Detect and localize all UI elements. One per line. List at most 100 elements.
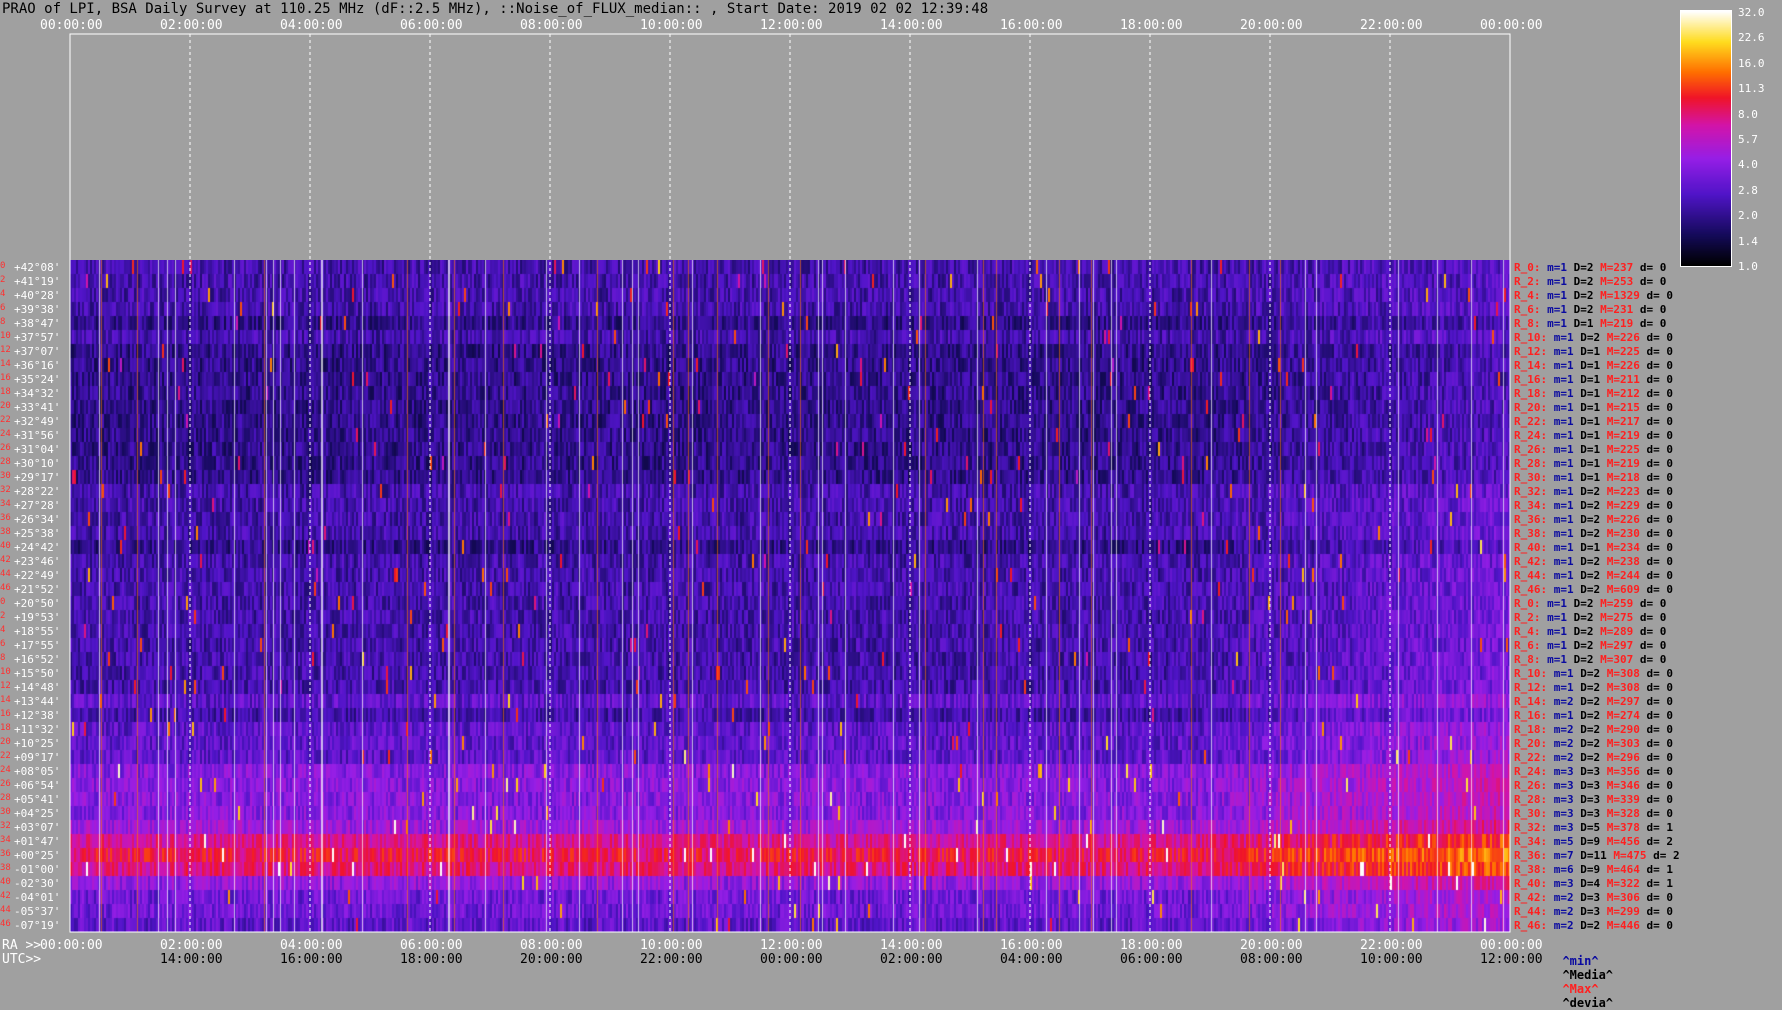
row-stat-min: m=3	[1547, 779, 1574, 792]
row-stat-median: D=9	[1573, 835, 1601, 848]
row-stat-min: m=1	[1547, 387, 1574, 400]
row-stat-median: D=2	[1567, 275, 1594, 288]
row-stat-median: D=2	[1573, 667, 1601, 680]
row-stat-min: m=1	[1540, 597, 1567, 610]
top-tick-label: 12:00:00	[760, 18, 823, 33]
row-stat-line: R_2: m=1 D=2 M=275 d= 0	[1514, 611, 1666, 624]
row-stat-max: M=303	[1600, 737, 1640, 750]
row-number-label: 18	[0, 723, 11, 733]
row-stat-max: M=259	[1593, 597, 1634, 610]
row-stat-name: R_4:	[1514, 625, 1541, 638]
row-stat-line: R_22: m=1 D=1 M=217 d= 0	[1514, 415, 1673, 428]
top-tick-label: 16:00:00	[1000, 18, 1063, 33]
row-stat-name: R_8:	[1514, 653, 1541, 666]
row-stat-line: R_32: m=1 D=2 M=223 d= 0	[1514, 485, 1673, 498]
row-stat-line: R_36: m=1 D=2 M=226 d= 0	[1514, 513, 1673, 526]
declination-label: +09°17'	[14, 751, 61, 764]
row-stat-dev: d= 0	[1633, 275, 1667, 288]
row-stat-name: R_36:	[1514, 849, 1548, 862]
row-stat-line: R_26: m=1 D=1 M=225 d= 0	[1514, 443, 1673, 456]
declination-label: +00°25'	[14, 849, 61, 862]
declination-label: +18°55'	[14, 625, 61, 638]
ra-tick-label: 22:00:00	[1360, 938, 1423, 953]
row-stat-max: M=229	[1600, 499, 1640, 512]
row-stat-median: D=2	[1573, 583, 1601, 596]
row-stat-min: m=1	[1547, 569, 1574, 582]
row-stat-name: R_42:	[1514, 555, 1548, 568]
row-stat-line: R_34: m=5 D=9 M=456 d= 2	[1514, 835, 1673, 848]
declination-label: +10°25'	[14, 737, 61, 750]
row-stat-max: M=289	[1593, 625, 1634, 638]
row-number-label: 20	[0, 401, 11, 411]
row-stat-max: M=1329	[1593, 289, 1640, 302]
row-number-label: 12	[0, 681, 11, 691]
row-stat-median: D=1	[1567, 317, 1594, 330]
row-stat-max: M=297	[1593, 639, 1634, 652]
row-stat-median: D=2	[1573, 499, 1601, 512]
row-stat-name: R_6:	[1514, 303, 1541, 316]
declination-label: +14°48'	[14, 681, 61, 694]
row-stat-dev: d= 2	[1639, 835, 1673, 848]
row-stat-dev: d= 0	[1639, 569, 1673, 582]
declination-label: +29°17'	[14, 471, 61, 484]
utc-tick-label: 06:00:00	[1120, 952, 1183, 967]
row-stat-dev: d= 0	[1633, 597, 1667, 610]
row-stat-max: M=219	[1593, 317, 1634, 330]
colorbar-tick-label: 4.0	[1738, 158, 1758, 172]
row-stat-dev: d= 0	[1639, 807, 1673, 820]
row-stat-min: m=3	[1547, 877, 1574, 890]
row-stat-line: R_4: m=1 D=2 M=289 d= 0	[1514, 625, 1666, 638]
row-stat-line: R_34: m=1 D=2 M=229 d= 0	[1514, 499, 1673, 512]
row-stat-dev: d= 0	[1639, 793, 1673, 806]
row-stat-median: D=2	[1573, 723, 1601, 736]
ra-tick-label: 12:00:00	[760, 938, 823, 953]
row-stat-min: m=1	[1547, 471, 1574, 484]
colorbar-tick-label: 5.7	[1738, 133, 1758, 146]
declination-label: +39°38'	[14, 303, 61, 316]
row-stat-min: m=2	[1547, 723, 1574, 736]
row-number-label: 24	[0, 429, 11, 439]
row-stat-name: R_24:	[1514, 765, 1548, 778]
utc-tick-label: 22:00:00	[640, 952, 703, 967]
row-number-label: 36	[0, 513, 11, 523]
row-stat-max: M=307	[1593, 653, 1634, 666]
row-stat-name: R_10:	[1514, 331, 1548, 344]
row-stat-min: m=1	[1540, 317, 1567, 330]
row-number-label: 46	[0, 919, 11, 929]
row-stat-median: D=2	[1573, 695, 1601, 708]
row-number-label: 30	[0, 471, 11, 481]
row-stat-max: M=274	[1600, 709, 1640, 722]
row-stat-dev: d= 0	[1633, 303, 1667, 316]
row-stat-min: m=7	[1547, 849, 1574, 862]
row-stat-min: m=1	[1547, 457, 1574, 470]
row-stat-dev: d= 1	[1639, 877, 1673, 890]
row-stat-name: R_34:	[1514, 835, 1548, 848]
declination-label: +37°07'	[14, 345, 61, 358]
row-stat-median: D=2	[1567, 597, 1594, 610]
row-stat-name: R_18:	[1514, 723, 1548, 736]
row-stat-min: m=1	[1547, 415, 1574, 428]
row-stat-median: D=2	[1573, 569, 1601, 582]
declination-label: +19°53'	[14, 611, 61, 624]
row-stat-max: M=211	[1600, 373, 1640, 386]
row-stat-dev: d= 1	[1639, 821, 1673, 834]
declination-label: +13°44'	[14, 695, 61, 708]
row-stat-median: D=3	[1573, 891, 1601, 904]
row-stat-median: D=3	[1573, 765, 1601, 778]
row-stat-name: R_4:	[1514, 289, 1541, 302]
row-stat-median: D=1	[1573, 415, 1601, 428]
row-stat-name: R_20:	[1514, 737, 1548, 750]
row-number-label: 42	[0, 891, 11, 901]
row-number-label: 26	[0, 779, 11, 789]
declination-label: +17°55'	[14, 639, 61, 652]
declination-label: +36°16'	[14, 359, 61, 372]
row-stat-name: R_36:	[1514, 513, 1548, 526]
row-stat-name: R_16:	[1514, 709, 1548, 722]
row-stat-line: R_26: m=3 D=3 M=346 d= 0	[1514, 779, 1673, 792]
row-stat-max: M=225	[1600, 345, 1640, 358]
row-stat-dev: d= 0	[1639, 779, 1673, 792]
row-stat-max: M=226	[1600, 359, 1640, 372]
row-stat-max: M=223	[1600, 485, 1640, 498]
declination-label: +04°25'	[14, 807, 61, 820]
row-stat-name: R_2:	[1514, 611, 1541, 624]
